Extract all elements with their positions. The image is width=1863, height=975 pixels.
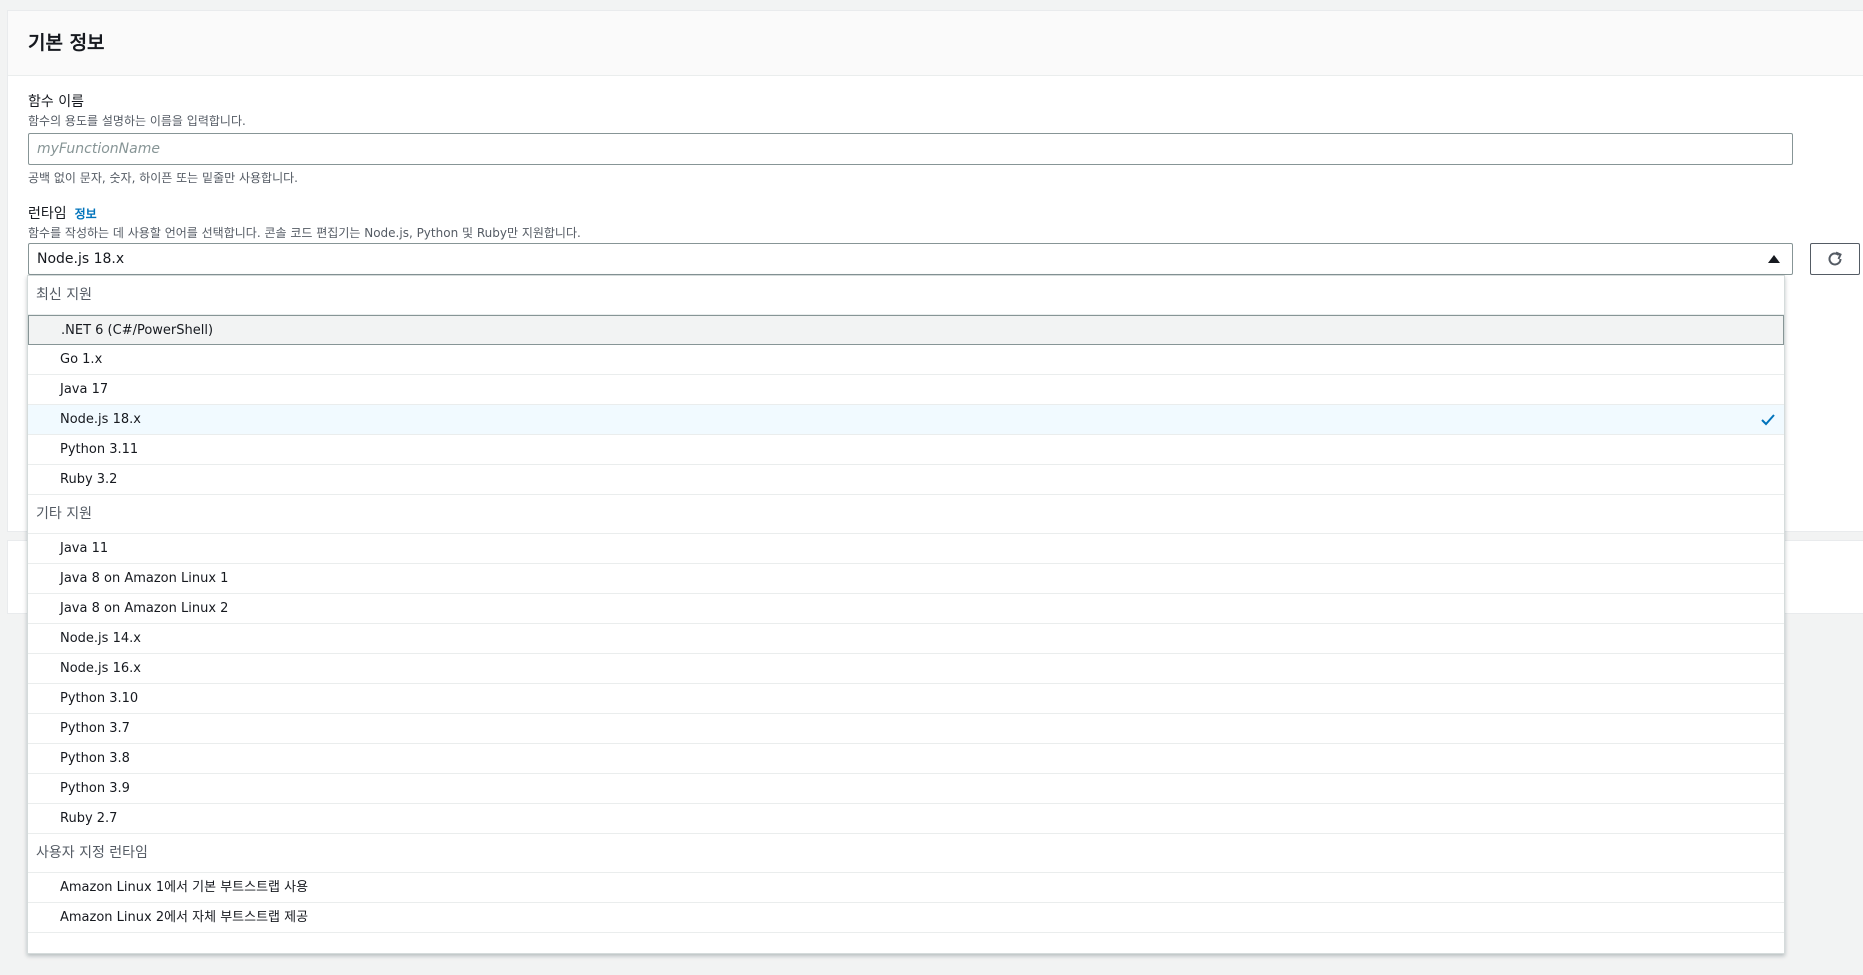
runtime-option[interactable]: Python 3.7 xyxy=(28,714,1784,744)
runtime-label-row: 런타임 정보 xyxy=(28,203,97,223)
runtime-dropdown-list: 최신 지원 .NET 6 (C#/PowerShell) Go 1.x Java 17… xyxy=(27,275,1785,954)
runtime-option[interactable]: Node.js 14.x xyxy=(28,624,1784,654)
refresh-runtimes-button[interactable] xyxy=(1810,243,1860,275)
runtime-label: 런타임 xyxy=(28,206,67,222)
runtime-option[interactable]: Python 3.10 xyxy=(28,684,1784,714)
function-name-label: 함수 이름 xyxy=(28,94,84,110)
runtime-option-label: Python 3.9 xyxy=(60,781,130,796)
runtime-option-label: Node.js 18.x xyxy=(60,412,141,427)
runtime-option[interactable]: Node.js 16.x xyxy=(28,654,1784,684)
runtime-option-label: Java 8 on Amazon Linux 1 xyxy=(60,571,229,586)
runtime-option-label: Amazon Linux 1에서 기본 부트스트랩 사용 xyxy=(60,880,309,895)
runtime-select-value: Node.js 18.x xyxy=(37,251,125,267)
runtime-info-link[interactable]: 정보 xyxy=(75,207,97,221)
runtime-option-label: .NET 6 (C#/PowerShell) xyxy=(61,323,214,338)
runtime-group-header: 최신 지원 xyxy=(28,276,1784,315)
runtime-option[interactable]: Amazon Linux 1에서 기본 부트스트랩 사용 xyxy=(28,873,1784,903)
runtime-option[interactable]: Ruby 2.7 xyxy=(28,804,1784,834)
runtime-option-label: Ruby 3.2 xyxy=(60,472,118,487)
runtime-option[interactable]: Java 8 on Amazon Linux 2 xyxy=(28,594,1784,624)
runtime-group-header: 사용자 지정 런타임 xyxy=(28,834,1784,873)
runtime-option[interactable]: Node.js 18.x xyxy=(28,405,1784,435)
runtime-option-label: Ruby 2.7 xyxy=(60,811,118,826)
runtime-option-label: Java 11 xyxy=(60,541,109,556)
function-name-hint: 공백 없이 문자, 숫자, 하이픈 또는 밑줄만 사용합니다. xyxy=(28,171,298,185)
runtime-option[interactable]: Go 1.x xyxy=(28,345,1784,375)
check-icon xyxy=(1761,414,1775,426)
runtime-option-label: Node.js 14.x xyxy=(60,631,141,646)
runtime-option-label: Python 3.8 xyxy=(60,751,130,766)
runtime-option-label: Amazon Linux 2에서 자체 부트스트랩 제공 xyxy=(60,910,309,925)
runtime-option-label: Java 17 xyxy=(60,382,109,397)
runtime-option[interactable]: Python 3.11 xyxy=(28,435,1784,465)
caret-up-icon xyxy=(1768,255,1780,263)
runtime-option-label: Java 8 on Amazon Linux 2 xyxy=(60,601,229,616)
runtime-option[interactable]: Java 8 on Amazon Linux 1 xyxy=(28,564,1784,594)
runtime-option[interactable]: Python 3.8 xyxy=(28,744,1784,774)
runtime-option-label: Go 1.x xyxy=(60,352,103,367)
runtime-option[interactable]: .NET 6 (C#/PowerShell) xyxy=(28,315,1784,345)
runtime-option-label: Python 3.11 xyxy=(60,442,139,457)
runtime-option-label: Python 3.7 xyxy=(60,721,130,736)
runtime-option[interactable]: Java 17 xyxy=(28,375,1784,405)
function-name-description: 함수의 용도를 설명하는 이름을 입력합니다. xyxy=(28,114,246,128)
runtime-option[interactable]: Ruby 3.2 xyxy=(28,465,1784,495)
refresh-icon xyxy=(1828,251,1842,266)
runtime-option-label: Node.js 16.x xyxy=(60,661,141,676)
runtime-option[interactable]: Amazon Linux 2에서 자체 부트스트랩 제공 xyxy=(28,903,1784,933)
runtime-option-label: Python 3.10 xyxy=(60,691,139,706)
panel-header: 기본 정보 xyxy=(8,11,1863,76)
runtime-description: 함수를 작성하는 데 사용할 언어를 선택합니다. 콘솔 코드 편집기는 Nod… xyxy=(28,226,581,240)
runtime-option[interactable]: Python 3.9 xyxy=(28,774,1784,804)
runtime-select[interactable]: Node.js 18.x xyxy=(28,243,1793,275)
runtime-option[interactable]: Java 11 xyxy=(28,534,1784,564)
runtime-group-header: 기타 지원 xyxy=(28,495,1784,534)
panel-title: 기본 정보 xyxy=(28,32,105,54)
function-name-input[interactable] xyxy=(28,133,1793,165)
